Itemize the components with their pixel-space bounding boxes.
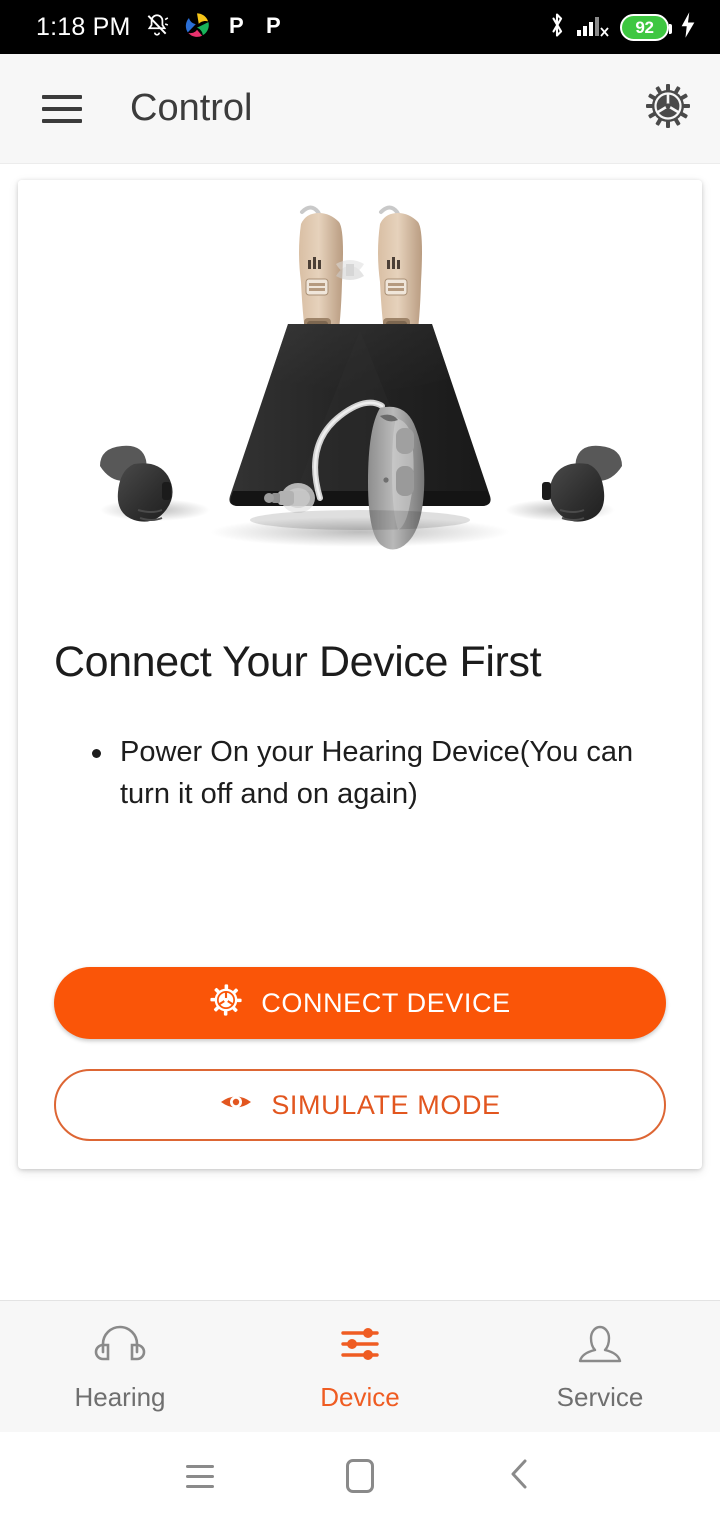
nav-item-hearing-label: Hearing <box>74 1381 166 1412</box>
recents-line <box>186 1474 214 1478</box>
sliders-icon <box>334 1321 386 1372</box>
nav-item-service[interactable]: Service <box>480 1301 720 1432</box>
p-app-icon: P <box>224 12 248 43</box>
hamburger-line <box>42 94 82 99</box>
gear-icon <box>209 983 243 1024</box>
bluetooth-icon <box>546 11 568 44</box>
app-bar: Control <box>0 54 720 164</box>
nav-item-device[interactable]: Device <box>240 1301 480 1432</box>
headphones-icon <box>94 1321 146 1372</box>
simulate-mode-button[interactable]: SIMULATE MODE <box>54 1069 666 1141</box>
p-app-icon-2: P <box>261 12 285 43</box>
status-bar-left: 1:18 PM P P <box>36 11 285 44</box>
charging-bolt-icon <box>678 11 698 44</box>
card-actions: CONNECT DEVICE SIMULATE MODE <box>54 967 666 1141</box>
back-chevron-icon <box>507 1457 533 1496</box>
recents-line <box>186 1484 214 1488</box>
hamburger-line <box>42 106 82 111</box>
battery-icon: 92 <box>620 13 672 41</box>
notifications-off-icon <box>144 12 170 43</box>
nav-item-hearing[interactable]: Hearing <box>0 1301 240 1432</box>
simulate-mode-button-label: SIMULATE MODE <box>271 1089 501 1120</box>
person-icon <box>574 1321 626 1372</box>
settings-button[interactable] <box>644 82 692 135</box>
status-bar-right: 92 <box>546 11 698 44</box>
nav-item-service-label: Service <box>556 1381 644 1412</box>
connect-device-button-label: CONNECT DEVICE <box>261 987 511 1018</box>
system-navigation-bar <box>0 1432 720 1520</box>
recents-line <box>186 1464 214 1468</box>
connect-device-button[interactable]: CONNECT DEVICE <box>54 967 666 1039</box>
card-headline: Connect Your Device First <box>54 638 542 686</box>
status-bar-clock: 1:18 PM <box>36 12 131 41</box>
hearing-devices-product-photo <box>18 180 702 610</box>
list-item: Power On your Hearing Device(You can tur… <box>90 731 654 815</box>
back-button[interactable] <box>480 1457 560 1496</box>
recents-button[interactable] <box>160 1464 240 1488</box>
svg-text:P: P <box>266 13 281 38</box>
eye-icon <box>219 1090 253 1121</box>
battery-percent-label: 92 <box>635 17 654 37</box>
signal-no-sim-icon <box>577 12 611 43</box>
pinwheel-icon <box>183 11 211 44</box>
connect-device-card: Connect Your Device First Power On your … <box>18 180 702 1169</box>
hamburger-line <box>42 118 82 123</box>
instructions-list: Power On your Hearing Device(You can tur… <box>90 731 654 815</box>
home-icon <box>346 1459 374 1493</box>
home-button[interactable] <box>320 1459 400 1493</box>
page-title: Control <box>130 87 253 129</box>
gear-icon <box>644 82 692 135</box>
svg-text:P: P <box>229 13 244 38</box>
nav-item-device-label: Device <box>320 1381 400 1412</box>
hamburger-menu-icon[interactable] <box>42 94 82 123</box>
app-root: 1:18 PM P P 92 Control Connect Your Devi… <box>0 0 720 1520</box>
bottom-navigation: Hearing Device Service <box>0 1300 720 1432</box>
status-bar: 1:18 PM P P 92 <box>0 0 720 54</box>
recents-icon <box>186 1464 214 1488</box>
content-area: Connect Your Device First Power On your … <box>0 164 720 1300</box>
